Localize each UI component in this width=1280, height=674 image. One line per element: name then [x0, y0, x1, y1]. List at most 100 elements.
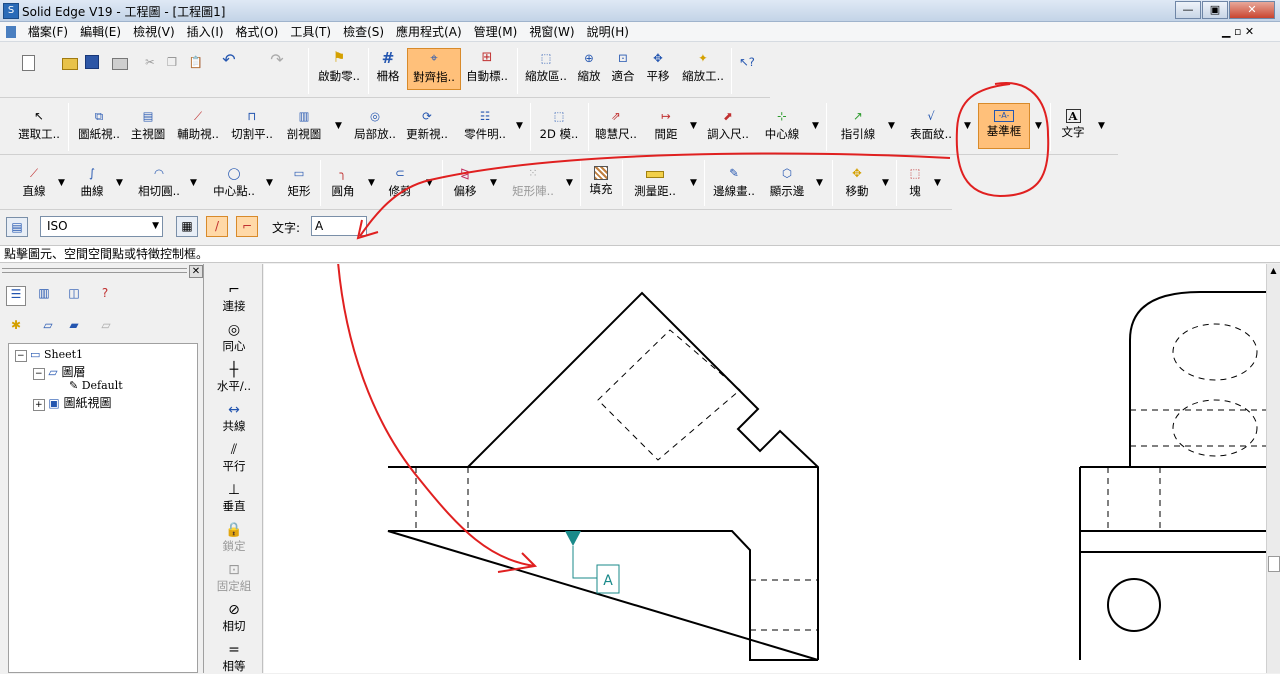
smart-dimension-button[interactable]: ⇗ 聰慧尺..: [592, 109, 640, 141]
open-folder-icon[interactable]: [60, 55, 80, 72]
redo-icon[interactable]: ↷: [266, 52, 288, 68]
layer-delete-icon[interactable]: ▱: [96, 318, 116, 336]
leader-toggle-icon[interactable]: ⌐: [236, 216, 258, 237]
zoom-tool-button[interactable]: ✦ 縮放工..: [678, 51, 728, 83]
menu-window[interactable]: 視窗(W): [523, 22, 580, 42]
layer-hide-icon[interactable]: ▰: [64, 318, 84, 336]
select-tool-button[interactable]: ↖ 選取工..: [14, 109, 64, 141]
open-parts-button[interactable]: ⚑ 啟動零..: [314, 51, 364, 83]
menu-tools[interactable]: 工具(T): [284, 22, 337, 42]
help-tab-icon[interactable]: ?: [94, 286, 116, 306]
menu-help[interactable]: 說明(H): [581, 22, 635, 42]
curve-button[interactable]: ∫ 曲線: [76, 166, 108, 198]
concentric-button[interactable]: ◎ 同心: [205, 322, 263, 354]
print-icon[interactable]: [110, 55, 130, 72]
style-icon[interactable]: ▦: [176, 216, 198, 237]
help-pointer-icon[interactable]: ↖?: [736, 55, 758, 69]
tree-sheet[interactable]: − ▭ Sheet1: [15, 348, 83, 362]
trim-button[interactable]: ⊂ 修剪: [384, 166, 416, 198]
fit-button[interactable]: ⊡ 適合: [608, 51, 638, 83]
import-dimension-button[interactable]: ⬈ 調入尺..: [704, 109, 752, 141]
close-button[interactable]: ✕: [1229, 1, 1275, 19]
fill-button[interactable]: 填充: [586, 166, 616, 196]
datum-feature-symbol[interactable]: A: [565, 531, 620, 594]
doc-window-controls[interactable]: ▁ ▫ ✕: [1222, 25, 1254, 38]
tree-default-layer[interactable]: ✎ Default: [69, 379, 123, 392]
distance-button[interactable]: ↦ 間距: [648, 109, 684, 141]
layers-tab-icon[interactable]: ☰: [6, 286, 26, 306]
menu-file[interactable]: 檔案(F): [22, 22, 74, 42]
cut-plane-button[interactable]: ⊓ 切割平..: [228, 109, 276, 141]
features-tab-icon[interactable]: ◫: [64, 286, 84, 306]
tree-layers[interactable]: − ▱ 圖層: [33, 363, 85, 380]
menu-format[interactable]: 格式(O): [230, 22, 285, 42]
center-line-button[interactable]: ⊹ 中心線: [760, 109, 804, 141]
block-button[interactable]: ⬚ 塊: [902, 166, 928, 198]
layer-show-icon[interactable]: ▱: [38, 318, 58, 336]
auto-label-button[interactable]: ⊞ 自動標..: [464, 51, 510, 84]
menu-inspect[interactable]: 檢查(S): [337, 22, 390, 42]
undo-icon[interactable]: ↶: [218, 52, 240, 68]
scroll-up-icon[interactable]: ▲: [1268, 266, 1279, 275]
zoom-area-button[interactable]: ⬚ 縮放區..: [522, 51, 570, 83]
properties-icon[interactable]: ▤: [6, 217, 28, 237]
parts-list-button[interactable]: ☷ 零件明..: [460, 109, 510, 141]
menu-edit[interactable]: 編輯(E): [74, 22, 127, 42]
measure-distance-button[interactable]: 測量距..: [630, 166, 680, 198]
edge-paint-button[interactable]: ✎ 邊線畫..: [710, 166, 758, 198]
menu-applications[interactable]: 應用程式(A): [390, 22, 468, 42]
model-2d-button[interactable]: ⬚ 2D 模..: [536, 109, 582, 141]
collinear-button[interactable]: ↔ 共線: [205, 402, 263, 434]
rectangle-button[interactable]: ▭ 矩形: [284, 166, 314, 198]
center-point-button[interactable]: ◯ 中心點..: [208, 166, 260, 198]
text-input[interactable]: [311, 216, 367, 236]
drawing-view-button[interactable]: ⧉ 圖紙視..: [74, 109, 124, 141]
datum-frame-button[interactable]: -A- 基準框: [978, 103, 1030, 149]
detail-view-button[interactable]: ◎ 局部放..: [350, 109, 400, 141]
cut-icon[interactable]: ✂: [140, 55, 160, 69]
text-button[interactable]: A 文字: [1058, 109, 1088, 139]
paste-icon[interactable]: 📋: [186, 55, 206, 69]
align-indicator-button[interactable]: ⌖ 對齊指..: [407, 48, 461, 90]
fixed-set-button[interactable]: ⊡ 固定組: [205, 562, 263, 594]
fillet-button[interactable]: ╮ 圓角: [328, 166, 358, 198]
zoom-button[interactable]: ⊕ 縮放: [574, 51, 604, 83]
new-icon[interactable]: [18, 55, 38, 73]
pan-button[interactable]: ✥ 平移: [642, 51, 674, 83]
rect-array-button[interactable]: ⁙ 矩形陣..: [508, 166, 558, 198]
horizontal-button[interactable]: ┼ 水平/..: [205, 362, 263, 394]
leader-button[interactable]: ↗ 指引線: [836, 109, 880, 141]
menu-view[interactable]: 檢視(V): [127, 22, 181, 42]
surface-texture-button[interactable]: √ 表面紋..: [906, 109, 956, 141]
panel-close-icon[interactable]: ✕: [189, 265, 203, 278]
perpendicular-button[interactable]: ⊥ 垂直: [205, 482, 263, 514]
connect-button[interactable]: ⌐ 連接: [205, 282, 263, 314]
offset-button[interactable]: ⧎ 偏移: [450, 166, 480, 198]
copy-icon[interactable]: ❐: [162, 55, 182, 69]
vertical-scrollbar[interactable]: ▲: [1266, 264, 1280, 673]
equal-button[interactable]: = 相等: [205, 642, 263, 674]
tree-drawing-views[interactable]: + ▣ 圖紙視圖: [33, 394, 112, 411]
menu-insert[interactable]: 插入(I): [181, 22, 230, 42]
library-tab-icon[interactable]: ▥: [34, 286, 54, 306]
move-button[interactable]: ✥ 移動: [840, 166, 874, 198]
section-view-button[interactable]: ▥ 剖視圖: [284, 109, 324, 141]
parallel-button[interactable]: ⫽ 平行: [205, 442, 263, 474]
grid-button[interactable]: # 柵格: [373, 51, 403, 84]
line-button[interactable]: ⟋ 直線: [18, 166, 50, 198]
menu-manage[interactable]: 管理(M): [468, 22, 524, 42]
drawing-sheet[interactable]: A: [264, 264, 1266, 673]
show-edge-button[interactable]: ⬡ 顯示邊: [766, 166, 808, 198]
main-view-button[interactable]: ▤ 主視圖: [128, 109, 168, 141]
tangent-button[interactable]: ⊘ 相切: [205, 602, 263, 634]
aux-view-button[interactable]: ⟋ 輔助視..: [174, 109, 222, 141]
lock-button[interactable]: 🔒 鎖定: [205, 522, 263, 554]
update-view-button[interactable]: ⟳ 更新視..: [404, 109, 450, 141]
maximize-button[interactable]: ▣: [1202, 1, 1228, 19]
standard-select[interactable]: ISO ▼: [40, 216, 163, 237]
new-layer-icon[interactable]: ✱: [6, 318, 26, 336]
scroll-thumb[interactable]: [1268, 556, 1280, 572]
panel-grip[interactable]: [2, 268, 187, 273]
tangent-arc-button[interactable]: ◠ 相切圓..: [134, 166, 184, 198]
save-icon[interactable]: [82, 55, 102, 71]
